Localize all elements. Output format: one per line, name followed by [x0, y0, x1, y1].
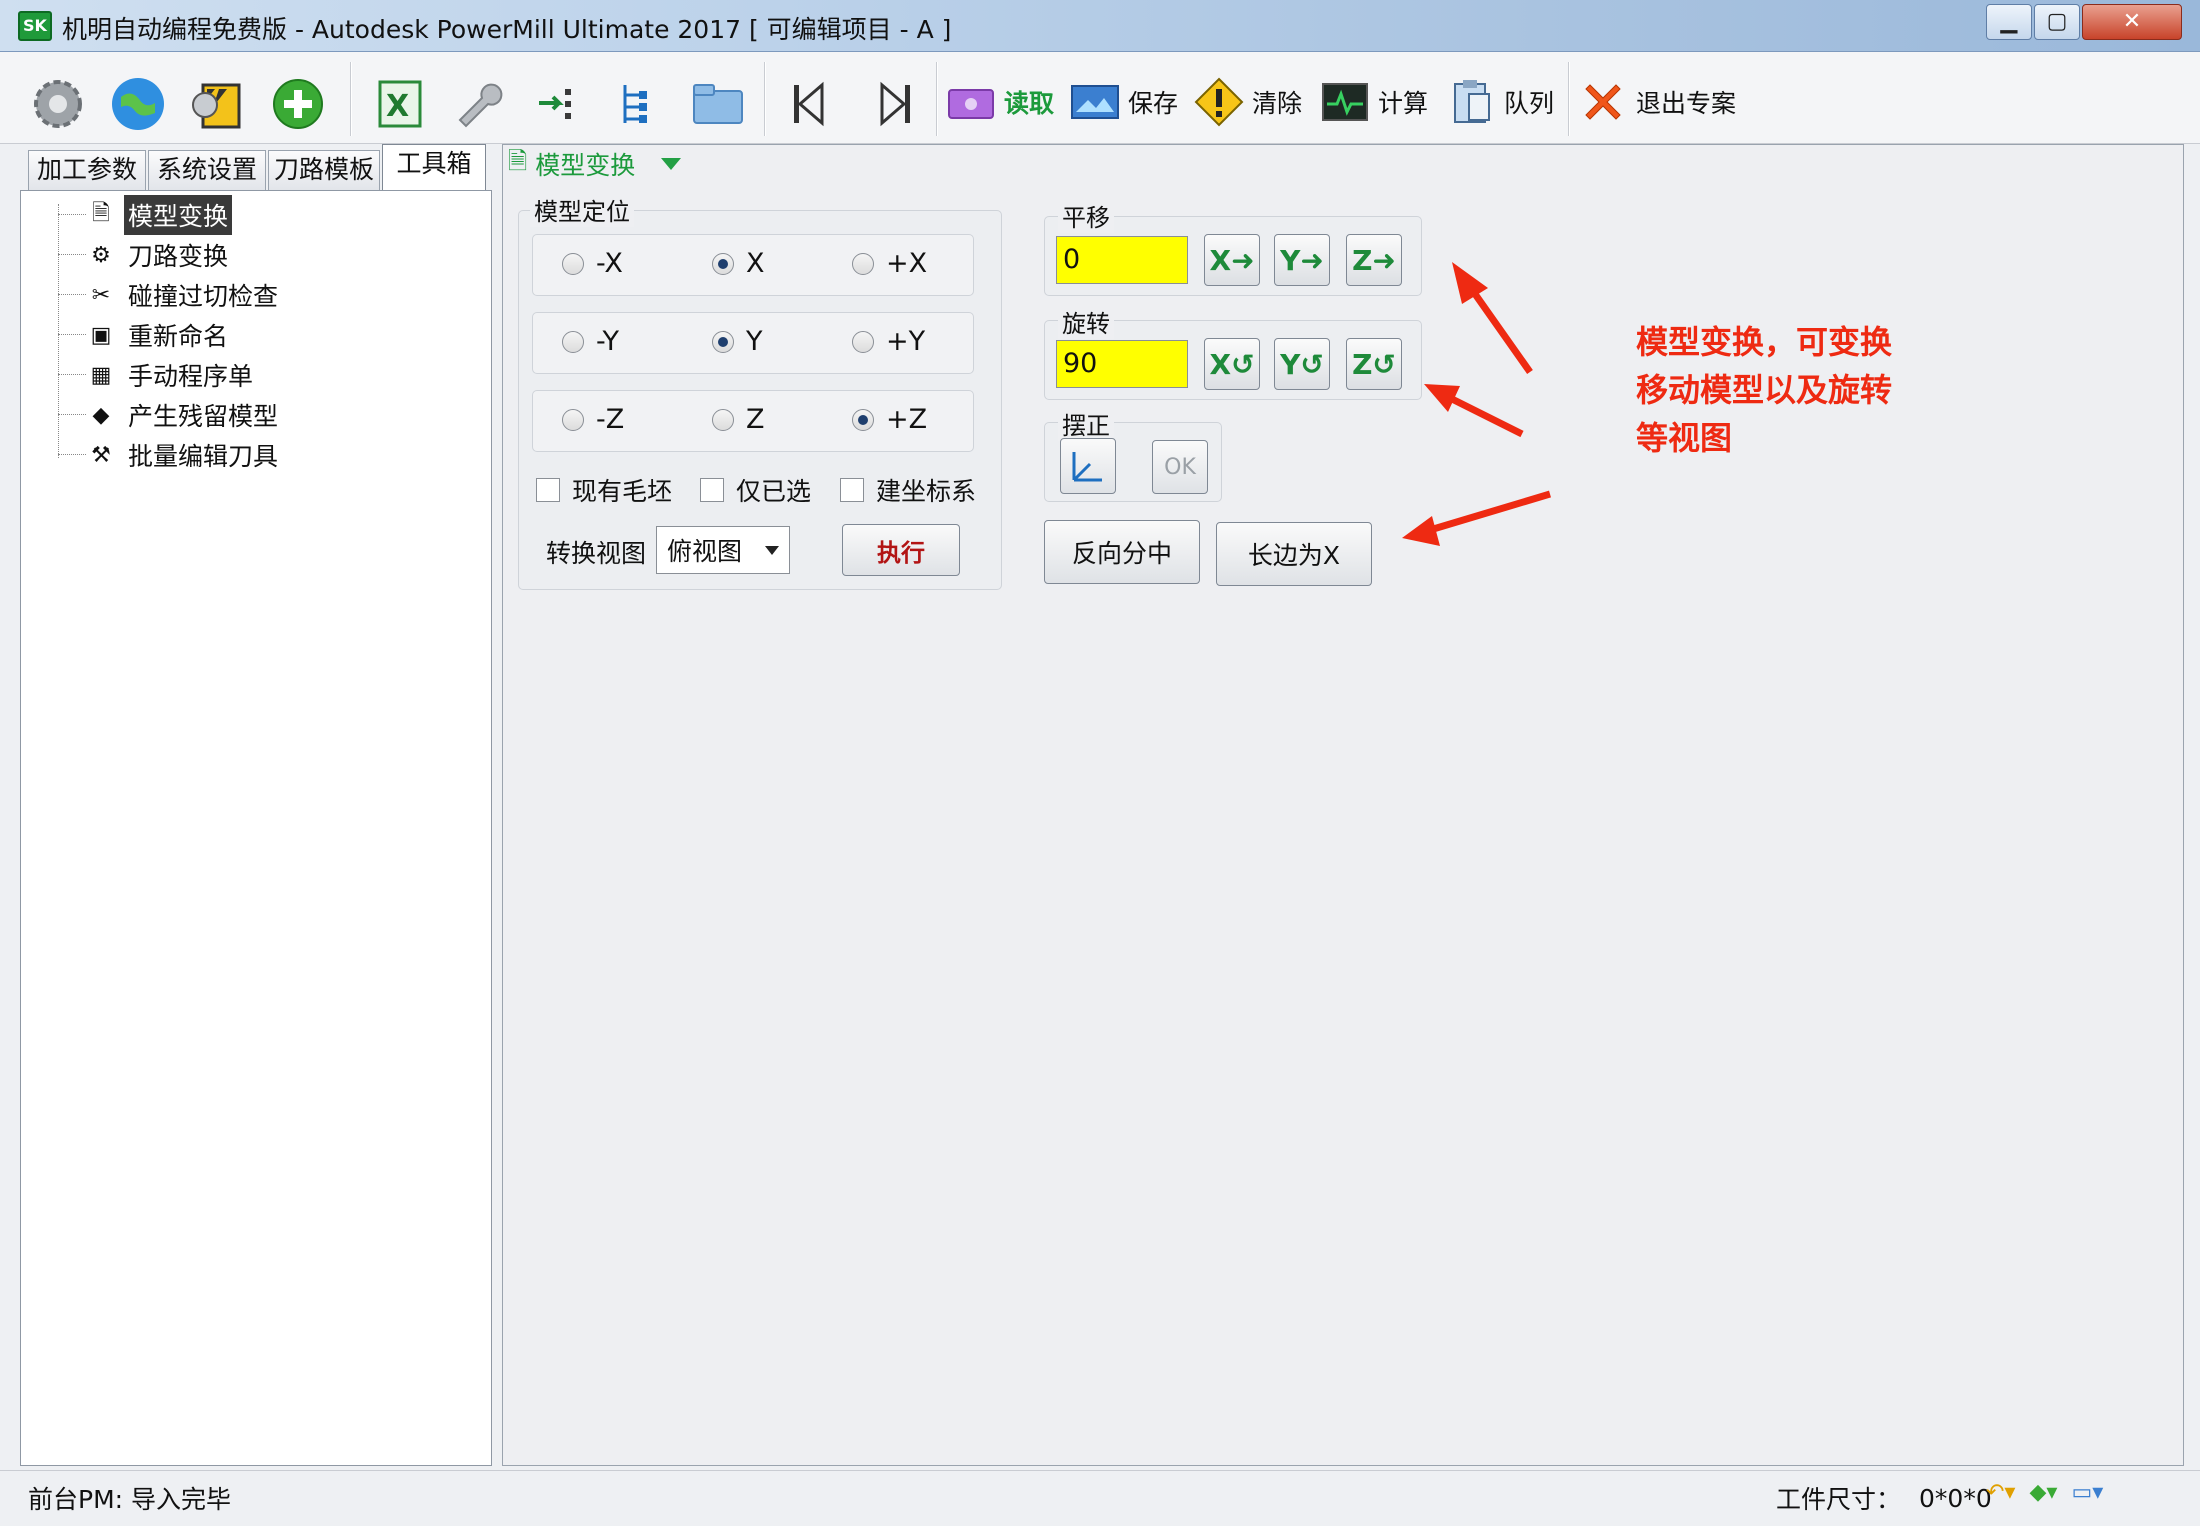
- undo-icon[interactable]: ↶▾: [1986, 1480, 2015, 1505]
- workpiece-size-value: 0*0*0: [1919, 1483, 1992, 1513]
- annotation-arrows: [1402, 262, 1552, 546]
- status-icons: ↶▾ ◆▾ ▭▾: [1986, 1480, 2103, 1505]
- workpiece-size-label: 工件尺寸：: [1776, 1485, 1902, 1514]
- folder-menu-icon[interactable]: ▭▾: [2071, 1480, 2103, 1505]
- annotation-arrow: [1402, 490, 1552, 546]
- status-message: 前台PM: 导入完毕: [28, 1485, 232, 1514]
- annotation-arrow: [1452, 262, 1533, 375]
- cube-icon[interactable]: ◆▾: [2029, 1480, 2057, 1505]
- workpiece-size: 工件尺寸： 0*0*0: [1776, 1480, 1992, 1516]
- annotation-arrow: [1424, 384, 1524, 438]
